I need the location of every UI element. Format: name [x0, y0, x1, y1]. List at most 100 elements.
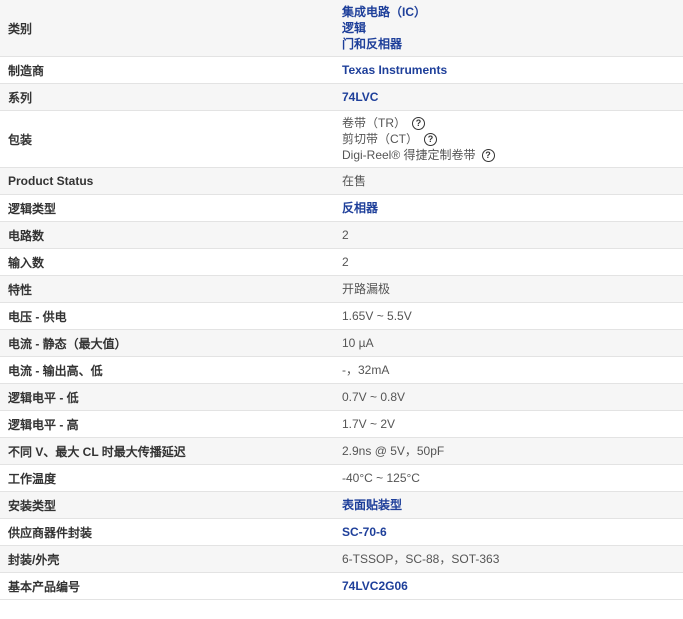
value-line: 在售 [342, 173, 683, 189]
attribute-value: 74LVC2G06 [332, 573, 683, 599]
value-line: 反相器 [342, 200, 683, 216]
table-row: 封装/外壳 6-TSSOP，SC-88，SOT-363 [0, 546, 683, 573]
value-text: 卷带（TR） [342, 116, 406, 130]
attribute-value: 反相器 [332, 195, 683, 221]
value-text: 2 [342, 228, 349, 242]
value-line: 门和反相器 [342, 36, 683, 52]
attribute-value: 开路漏极 [332, 276, 683, 302]
value-line: 1.65V ~ 5.5V [342, 308, 683, 324]
table-row: 电压 - 供电 1.65V ~ 5.5V [0, 303, 683, 330]
help-icon[interactable]: ? [424, 132, 437, 146]
value-line: 卷带（TR）? [342, 115, 683, 131]
value-line: 74LVC2G06 [342, 578, 683, 594]
table-row: 电流 - 静态（最大值） 10 µA [0, 330, 683, 357]
attribute-label: 安装类型 [8, 498, 57, 513]
value-line: 逻辑 [342, 20, 683, 36]
attribute-value: 2 [332, 222, 683, 248]
attribute-label: 基本产品编号 [8, 579, 81, 594]
value-link[interactable]: SC-70-6 [342, 524, 387, 540]
value-text: 2 [342, 255, 349, 269]
table-row: Product Status 在售 [0, 168, 683, 195]
value-line: 集成电路（IC） [342, 4, 683, 20]
value-line: -，32mA [342, 362, 683, 378]
value-text: -，32mA [342, 363, 390, 377]
value-text: 6-TSSOP，SC-88，SOT-363 [342, 552, 500, 566]
table-row: 供应商器件封装 SC-70-6 [0, 519, 683, 546]
value-link[interactable]: 门和反相器 [342, 36, 402, 52]
attribute-value: 卷带（TR）? 剪切带（CT）? Digi-Reel® 得捷定制卷带? [332, 111, 683, 167]
value-link[interactable]: 反相器 [342, 200, 378, 216]
value-line: 2.9ns @ 5V，50pF [342, 443, 683, 459]
attribute-label: 逻辑类型 [8, 201, 57, 216]
value-text: 1.7V ~ 2V [342, 417, 396, 431]
value-line: 2 [342, 227, 683, 243]
attribute-value: 10 µA [332, 330, 683, 356]
table-row: 不同 V、最大 CL 时最大传播延迟 2.9ns @ 5V，50pF [0, 438, 683, 465]
attribute-label: 电路数 [8, 228, 45, 243]
attribute-label: 电流 - 静态（最大值） [8, 336, 127, 351]
value-link[interactable]: 74LVC2G06 [342, 578, 408, 594]
value-text: 剪切带（CT） [342, 132, 418, 146]
table-row: 安装类型 表面贴装型 [0, 492, 683, 519]
table-row: 制造商 Texas Instruments [0, 57, 683, 84]
attribute-label: 逻辑电平 - 低 [8, 390, 79, 405]
value-text: 10 µA [342, 336, 374, 350]
table-row: 类别 集成电路（IC） 逻辑 门和反相器 [0, 0, 683, 57]
attribute-label: 封装/外壳 [8, 552, 60, 567]
table-row: 逻辑电平 - 高 1.7V ~ 2V [0, 411, 683, 438]
attribute-value: 集成电路（IC） 逻辑 门和反相器 [332, 0, 683, 56]
value-line: 10 µA [342, 335, 683, 351]
attribute-label: 不同 V、最大 CL 时最大传播延迟 [8, 444, 186, 459]
value-link[interactable]: 表面贴装型 [342, 497, 402, 513]
table-row: 包装 卷带（TR）? 剪切带（CT）? Digi-Reel® 得捷定制卷带? [0, 111, 683, 168]
value-line: Digi-Reel® 得捷定制卷带? [342, 147, 683, 163]
attribute-value: 在售 [332, 168, 683, 194]
value-line: 2 [342, 254, 683, 270]
value-line: 表面贴装型 [342, 497, 683, 513]
value-line: 1.7V ~ 2V [342, 416, 683, 432]
attribute-label: 逻辑电平 - 高 [8, 417, 79, 432]
attribute-label: 输入数 [8, 255, 45, 270]
attribute-value: 2 [332, 249, 683, 275]
value-link[interactable]: 74LVC [342, 89, 378, 105]
attribute-value: 1.7V ~ 2V [332, 411, 683, 437]
attribute-value: 表面贴装型 [332, 492, 683, 518]
value-text: Digi-Reel® 得捷定制卷带 [342, 148, 476, 162]
help-icon[interactable]: ? [412, 116, 425, 130]
attribute-value: 1.65V ~ 5.5V [332, 303, 683, 329]
value-text: 开路漏极 [342, 282, 391, 296]
attribute-value: 6-TSSOP，SC-88，SOT-363 [332, 546, 683, 572]
table-row: 逻辑类型 反相器 [0, 195, 683, 222]
table-row: 系列 74LVC [0, 84, 683, 111]
value-text: 2.9ns @ 5V，50pF [342, 444, 445, 458]
value-line: 0.7V ~ 0.8V [342, 389, 683, 405]
attribute-label: 特性 [8, 282, 33, 297]
value-line: -40°C ~ 125°C [342, 470, 683, 486]
attribute-label: Product Status [8, 174, 94, 188]
attribute-label: 电流 - 输出高、低 [8, 363, 103, 378]
table-row: 特性 开路漏极 [0, 276, 683, 303]
value-text: -40°C ~ 125°C [342, 471, 420, 485]
attribute-label: 类别 [8, 21, 33, 36]
table-row: 输入数 2 [0, 249, 683, 276]
product-attributes-table: 类别 集成电路（IC） 逻辑 门和反相器制造商 Texas Instruments 系列 7… [0, 0, 683, 600]
attribute-value: Texas Instruments [332, 57, 683, 83]
attribute-label: 供应商器件封装 [8, 525, 93, 540]
table-row: 电流 - 输出高、低 -，32mA [0, 357, 683, 384]
value-text: 1.65V ~ 5.5V [342, 309, 412, 323]
value-link[interactable]: 集成电路（IC） [342, 4, 426, 20]
value-link[interactable]: Texas Instruments [342, 62, 447, 78]
value-line: 开路漏极 [342, 281, 683, 297]
table-row: 工作温度 -40°C ~ 125°C [0, 465, 683, 492]
help-icon[interactable]: ? [481, 148, 495, 162]
value-line: 6-TSSOP，SC-88，SOT-363 [342, 551, 683, 567]
attribute-label: 电压 - 供电 [8, 309, 67, 324]
attribute-label: 系列 [8, 90, 33, 105]
attribute-label: 制造商 [8, 63, 45, 78]
attribute-label: 包装 [8, 132, 33, 147]
value-line: SC-70-6 [342, 524, 683, 540]
value-line: 剪切带（CT）? [342, 131, 683, 147]
value-link[interactable]: 逻辑 [342, 20, 366, 36]
attribute-label: 工作温度 [8, 471, 57, 486]
value-line: 74LVC [342, 89, 683, 105]
